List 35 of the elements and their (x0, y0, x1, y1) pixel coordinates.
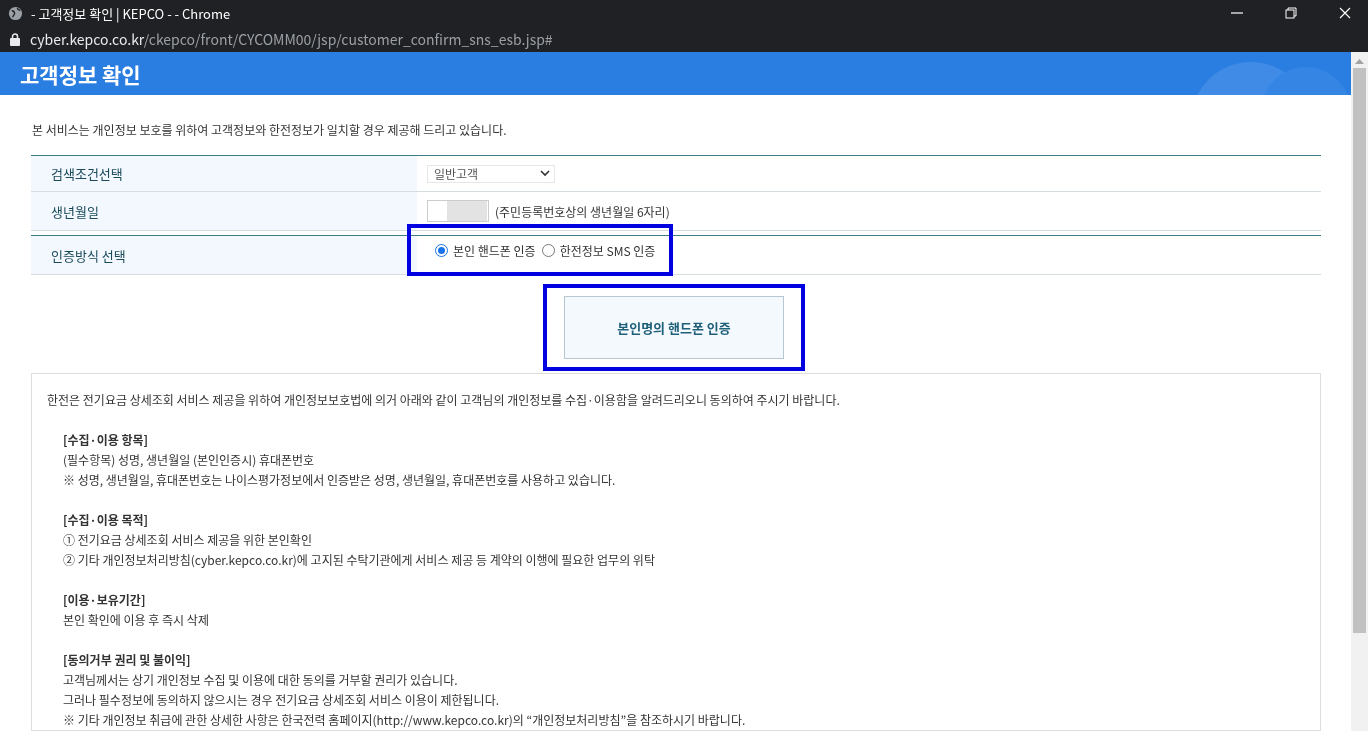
input-field[interactable] (427, 200, 489, 222)
consent-text: ※ 성명, 생년월일, 휴대폰번호는 나이스평가정보에서 인증받은 성명, 생년월일, 휴대폰번호를 사용하고 있습니다. (63, 470, 617, 490)
hint-text: (주민등록번호상의 생년월일 6자리) (495, 202, 670, 220)
window-title: - 고객정보 확인 | KEPCO - - Chrome (31, 3, 232, 23)
scrollbar[interactable] (1351, 52, 1368, 731)
consent-text: 본인 확인에 이용 후 즉시 삭제 (63, 610, 210, 630)
consent-text: ※ 기타 개인정보 취급에 관한 상세한 사항은 한국전력 홈페이지(http://www.kepco.co.kr)의 “개인정보처리방침”을 참조하시기 바랍니다. (63, 710, 747, 730)
url-text[interactable]: cyber.kepco.co.kr/ckepco/front/CYCOMM00/jsp/customer_confirm_sns_esb.jsp# (30, 29, 553, 49)
scrollbar-thumb[interactable] (1353, 68, 1366, 633)
scroll-up-icon[interactable] (1355, 58, 1364, 64)
redaction-block (447, 201, 487, 221)
consent-text: 그러나 필수정보에 동의하지 않으시는 경우 전기요금 상세조회 서비스 이용이 제한됩니다. (63, 690, 500, 710)
lock-icon (10, 32, 20, 46)
select-dropdown[interactable]: 일반고객 (427, 164, 555, 183)
consent-text: ① 전기요금 상세조회 서비스 제공을 위한 본인확인 (63, 530, 313, 550)
intro-text: 본 서비스는 개인정보 보호를 위하여 고객정보와 한전정보가 일치할 경우 제공해 드리고 있습니다. (32, 121, 508, 138)
section-heading: [동의거부 권리 및 불이익] (63, 650, 192, 670)
chevron-down-icon (540, 170, 550, 177)
globe-icon (8, 5, 23, 21)
radio-option[interactable]: 한전정보 SMS 인증 (541, 241, 656, 259)
page-title: 고객정보 확인 (20, 58, 141, 89)
consent-text: ② 기타 개인정보처리방침(cyber.kepco.co.kr)에 고지된 수탁기관에게 서비스 제공 등 계약의 이행에 필요한 업무의 위탁 (63, 550, 656, 570)
consent-intro: 한전은 전기요금 상세조회 서비스 제공을 위하여 개인정보보호법에 의거 아래와 같이 고객님의 개인정보를 수집·이용함을 알려드리오니 동의하여 주시기 바랍니다. (47, 390, 841, 410)
radio-option[interactable]: 본인 핸드폰 인증 (435, 241, 536, 259)
consent-text: (필수항목) 성명, 생년월일 (본인인증시) 휴대폰번호 (63, 450, 316, 470)
section-heading: [이용·보유기간] (63, 590, 147, 610)
field-label: 생년월일 (51, 201, 99, 221)
section-heading: [수집·이용 항목] (63, 430, 150, 450)
verify-button[interactable]: 본인명의 핸드폰 인증 (564, 296, 784, 359)
field-label: 인증방식 선택 (51, 245, 126, 265)
consent-text: 고객님께서는 상기 개인정보 수집 및 이용에 대한 동의를 거부할 권리가 있습니다. (63, 670, 459, 690)
section-heading: [수집·이용 목적] (63, 510, 150, 530)
radio-button[interactable] (541, 243, 555, 257)
radio-button[interactable] (435, 243, 448, 257)
field-label: 검색조건선택 (51, 164, 123, 183)
